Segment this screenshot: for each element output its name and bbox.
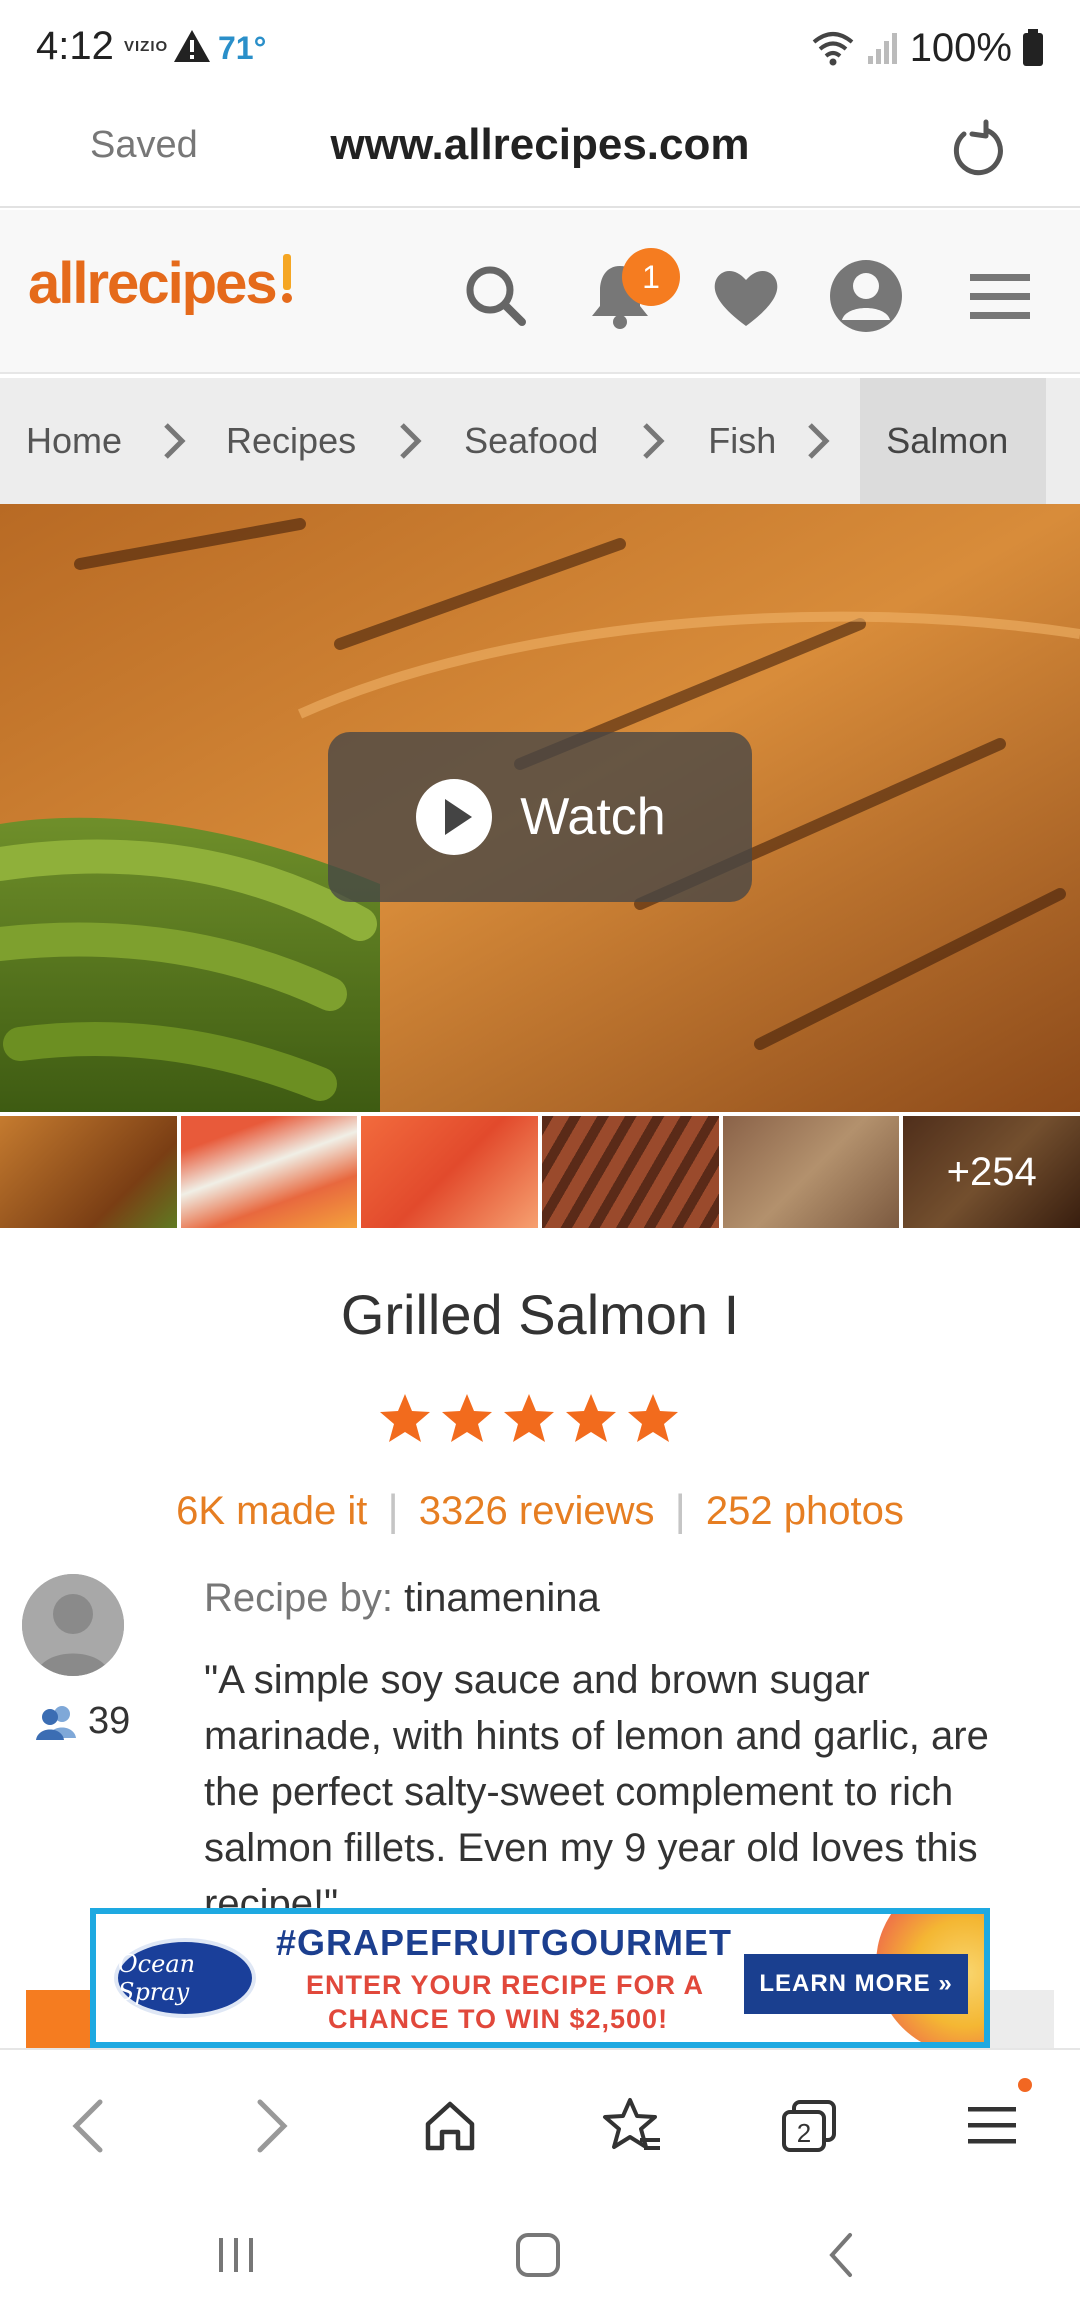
battery-icon (1023, 29, 1043, 66)
tabs-icon: 2 (782, 2100, 836, 2152)
ad-hashtag: #GRAPEFRUITGOURMET (276, 1922, 733, 1963)
follower-count[interactable]: 39 (34, 1700, 130, 1743)
photo-thumbnail-more[interactable]: +254 (903, 1116, 1080, 1228)
status-right: 100% (810, 24, 1044, 72)
photo-thumbnails: +254 (0, 1116, 1080, 1228)
bookmarks-button[interactable] (592, 2086, 672, 2166)
status-temperature: 71° (218, 30, 267, 66)
photo-thumbnail[interactable] (180, 1116, 358, 1228)
photo-thumbnail[interactable] (361, 1116, 539, 1228)
tabs-button[interactable]: 2 (770, 2086, 850, 2166)
browser-url-bar: Saved www.allrecipes.com (0, 96, 1080, 208)
search-icon[interactable] (456, 256, 536, 336)
android-nav-bar (0, 2192, 1080, 2316)
recent-apps-icon (219, 2238, 253, 2272)
chevron-right-icon (122, 378, 226, 504)
back-chevron-icon (829, 2233, 852, 2277)
watch-label: Watch (520, 788, 666, 846)
breadcrumb-salmon[interactable]: Salmon (860, 378, 1047, 504)
allrecipes-logo[interactable]: allrecipes (28, 250, 296, 317)
forward-button[interactable] (232, 2086, 312, 2166)
wifi-icon (812, 32, 853, 66)
recent-apps-button[interactable] (196, 2220, 276, 2290)
photo-thumbnail[interactable] (722, 1116, 900, 1228)
chevron-right-icon (356, 378, 464, 504)
home-button[interactable] (410, 2086, 490, 2166)
logo-spoon-icon (281, 254, 292, 303)
reviews-link[interactable]: 3326 reviews (419, 1489, 655, 1534)
star-icon (380, 1394, 430, 1442)
share-button-partial[interactable] (990, 1990, 1054, 2048)
status-bar: 4:12 VIZIO 71° 100% (0, 0, 1080, 96)
back-button[interactable] (48, 2086, 128, 2166)
reload-icon[interactable] (946, 118, 1010, 182)
print-button-partial[interactable] (26, 1990, 90, 2048)
photo-thumbnail[interactable] (0, 1116, 177, 1228)
forward-arrow-icon (257, 2099, 288, 2153)
breadcrumb-fish[interactable]: Fish (708, 378, 776, 504)
star-icon (504, 1394, 554, 1442)
status-time: 4:12 (36, 24, 114, 68)
battery-percent: 100% (909, 25, 1012, 70)
stat-divider: | (387, 1486, 399, 1535)
signal-icon (867, 33, 897, 64)
profile-icon[interactable] (826, 256, 906, 336)
breadcrumb-home[interactable]: Home (0, 378, 122, 504)
person-icon (22, 1574, 124, 1676)
star-icon (628, 1394, 678, 1442)
follower-count-value: 39 (88, 1700, 131, 1742)
home-square-icon (516, 2233, 560, 2277)
star-rating[interactable] (378, 1392, 680, 1446)
photo-thumbnail[interactable] (542, 1116, 719, 1228)
ad-text-line2: CHANCE TO WIN $2,500! (328, 2004, 669, 2034)
browser-menu-button[interactable] (952, 2086, 1032, 2166)
photos-link[interactable]: 252 photos (706, 1489, 904, 1534)
chevron-right-icon (776, 378, 860, 504)
site-header: allrecipes 1 (0, 210, 1080, 374)
recipe-by: Recipe by: tinamenina (204, 1576, 600, 1621)
back-nav-button[interactable] (802, 2220, 882, 2290)
recipe-title: Grilled Salmon I (340, 1283, 740, 1346)
chevron-right-icon (598, 378, 708, 504)
home-icon (425, 2101, 475, 2151)
recipe-description: "A simple soy sauce and brown sugar mari… (204, 1658, 989, 1912)
ad-learn-more-button[interactable]: LEARN MORE » (744, 1954, 968, 2014)
recipe-stats: 6K made it | 3326 reviews | 252 photos (0, 1486, 1080, 1536)
made-it-link[interactable]: 6K made it (176, 1489, 367, 1534)
star-icon (566, 1394, 616, 1442)
star-icon (442, 1394, 492, 1442)
more-photos-count: +254 (903, 1116, 1080, 1228)
watch-video-button[interactable]: Watch (328, 732, 752, 902)
author-avatar[interactable] (22, 1574, 124, 1676)
play-icon (416, 779, 493, 855)
warning-icon (174, 30, 210, 62)
home-nav-button[interactable] (498, 2220, 578, 2290)
heart-icon[interactable] (706, 256, 786, 336)
back-arrow-icon (72, 2099, 103, 2153)
breadcrumb-seafood[interactable]: Seafood (464, 378, 598, 504)
browser-toolbar: 2 (0, 2048, 1080, 2192)
breadcrumb-recipes[interactable]: Recipes (226, 378, 356, 504)
url-field[interactable]: www.allrecipes.com (0, 120, 1080, 170)
status-carrier: VIZIO (124, 38, 169, 55)
author-name-link[interactable]: tinamenina (404, 1576, 600, 1620)
ad-banner[interactable]: Ocean Spray #GRAPEFRUITGOURMET ENTER YOU… (90, 1908, 990, 2048)
breadcrumb: Home Recipes Seafood Fish Salmon (0, 378, 1080, 504)
menu-notification-dot (1018, 2078, 1032, 2092)
ad-brand-logo: Ocean Spray (114, 1938, 256, 2018)
hamburger-menu-icon[interactable] (960, 256, 1040, 336)
followers-icon (36, 1705, 76, 1740)
hero-photo[interactable]: Watch (0, 504, 1080, 1112)
notification-badge: 1 (622, 248, 680, 306)
bookmarks-star-icon (603, 2098, 660, 2150)
logo-text: allrecipes (28, 251, 278, 316)
tab-count: 2 (797, 2118, 811, 2148)
ad-text-line1: ENTER YOUR RECIPE FOR A (306, 1970, 705, 2000)
recipe-by-label: Recipe by: (204, 1576, 393, 1620)
stat-divider: | (674, 1486, 686, 1535)
menu-icon (968, 2107, 1016, 2144)
